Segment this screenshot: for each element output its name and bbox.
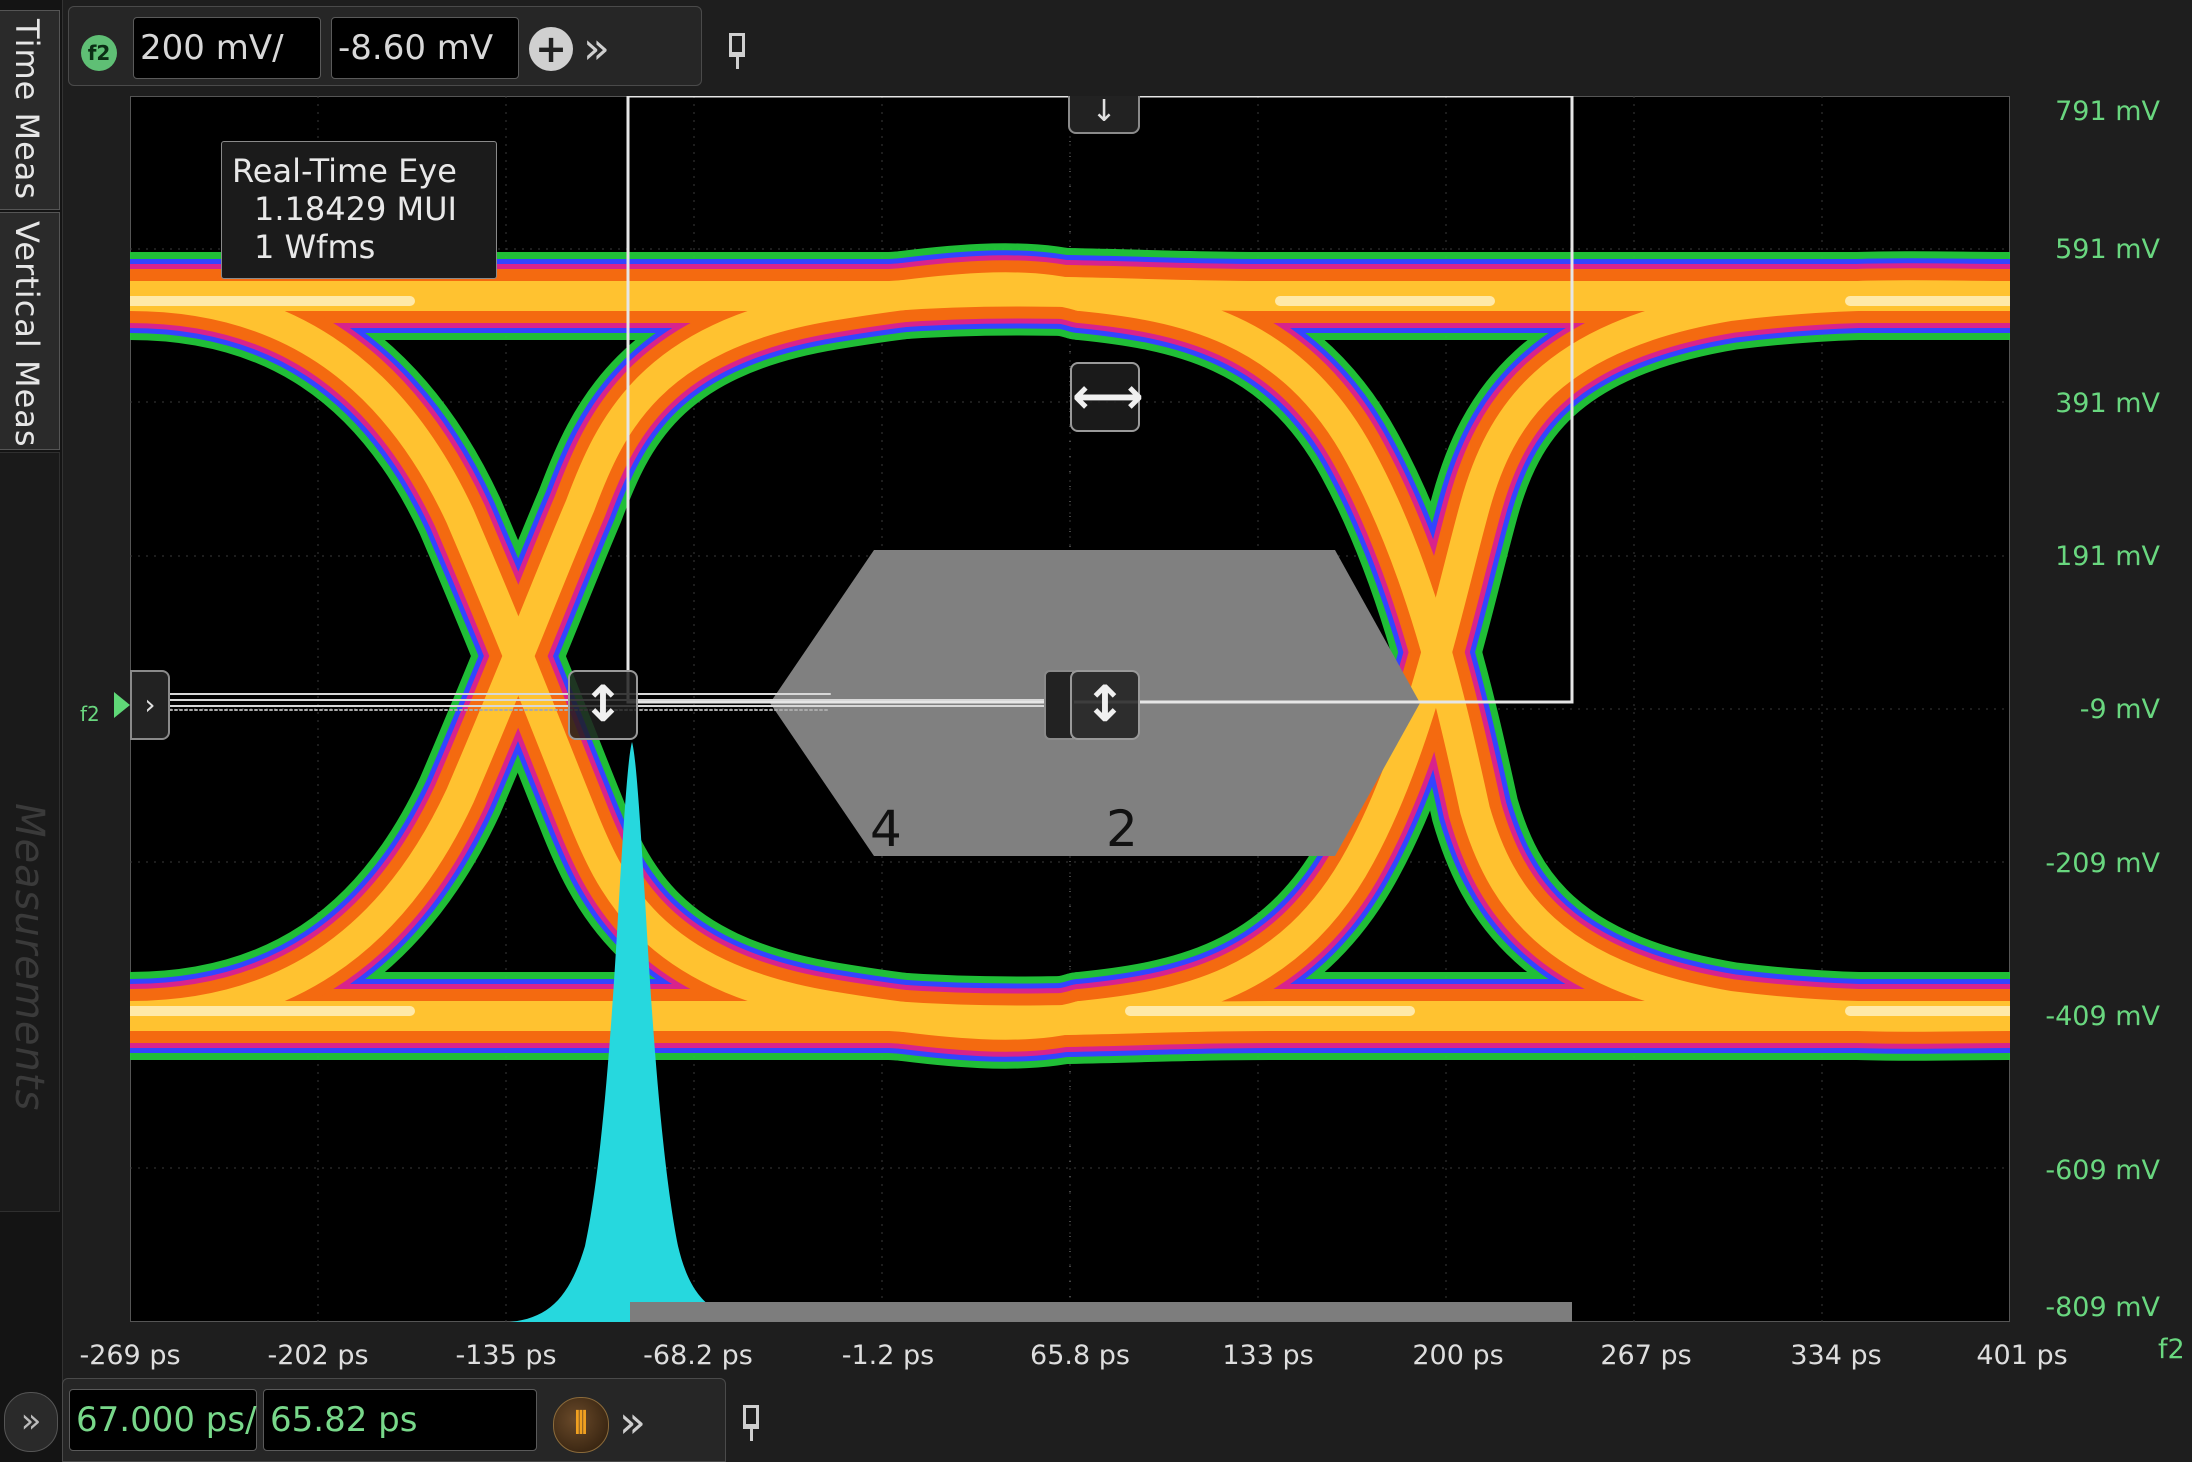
x-tick-label: 334 ps bbox=[1790, 1340, 1882, 1371]
vertical-resize-icon[interactable]: ↕ bbox=[1070, 670, 1140, 740]
vertical-scale-field[interactable]: 200 mV/ bbox=[133, 17, 321, 79]
y-tick-label: -409 mV bbox=[2045, 1001, 2160, 1032]
down-arrow-icon[interactable]: ↓ bbox=[1068, 96, 1140, 134]
x-tick-label: -68.2 ps bbox=[643, 1340, 753, 1371]
channel-level-arrow-icon[interactable] bbox=[114, 692, 130, 718]
y-tick-label: 391 mV bbox=[2055, 388, 2160, 419]
vertical-offset-field[interactable]: -8.60 mV bbox=[331, 17, 519, 79]
time-scale-field[interactable]: 67.000 ps/ bbox=[69, 1389, 257, 1451]
plus-icon[interactable]: + bbox=[529, 27, 573, 71]
reference-marker[interactable]: › bbox=[130, 670, 170, 740]
tab-measurements-label: Measurements bbox=[6, 803, 52, 1112]
x-tick-label: -135 ps bbox=[455, 1340, 557, 1371]
real-time-eye-info[interactable]: Real-Time Eye 1.18429 MUI 1 Wfms bbox=[221, 141, 497, 279]
x-tick-label: -1.2 ps bbox=[841, 1340, 935, 1371]
tab-vertical-meas-label: Vertical Meas bbox=[8, 221, 46, 448]
double-chevron-right-icon[interactable]: » bbox=[619, 1401, 646, 1445]
mask-label-2: 2 bbox=[1106, 800, 1138, 858]
vertical-toolbar: f2 200 mV/ -8.60 mV + » bbox=[68, 6, 745, 86]
histogram-baseline bbox=[630, 1302, 1572, 1322]
channel-badge[interactable]: f2 bbox=[81, 35, 117, 71]
pin-icon[interactable] bbox=[743, 1405, 759, 1441]
vertical-bars-icon[interactable]: ⦀ bbox=[553, 1397, 609, 1453]
info-mui: 1.18429 MUI bbox=[254, 190, 457, 228]
time-position-field[interactable]: 65.82 ps bbox=[263, 1389, 537, 1451]
x-tick-label: -269 ps bbox=[79, 1340, 181, 1371]
x-tick-label: 133 ps bbox=[1222, 1340, 1314, 1371]
x-tick-label: 267 ps bbox=[1600, 1340, 1692, 1371]
vertical-resize-icon[interactable]: ↕ bbox=[568, 670, 638, 740]
tab-time-meas-label: Time Meas bbox=[8, 19, 46, 201]
horizontal-resize-icon[interactable]: ⟷ bbox=[1070, 362, 1144, 432]
channel-ground-label: f2 bbox=[80, 702, 100, 726]
y-tick-label: 191 mV bbox=[2055, 541, 2160, 572]
pin-icon[interactable] bbox=[729, 33, 745, 69]
tab-time-meas[interactable]: Time Meas bbox=[0, 10, 60, 210]
x-axis-channel-label: f2 bbox=[2158, 1334, 2185, 1365]
side-tab-panel: Time Meas Vertical Meas Measurements » bbox=[0, 0, 63, 1462]
y-tick-label: 591 mV bbox=[2055, 234, 2160, 265]
horizontal-toolbar: 67.000 ps/ 65.82 ps ⦀ » bbox=[62, 1378, 759, 1462]
y-tick-label: -209 mV bbox=[2045, 848, 2160, 879]
y-tick-label: -609 mV bbox=[2045, 1155, 2160, 1186]
double-chevron-right-icon[interactable]: » bbox=[583, 27, 610, 71]
mask-label-4: 4 bbox=[870, 800, 902, 858]
y-tick-label: -9 mV bbox=[2079, 694, 2160, 725]
y-tick-label: -809 mV bbox=[2045, 1292, 2160, 1323]
x-tick-label: 401 ps bbox=[1976, 1340, 2068, 1371]
info-wfms: 1 Wfms bbox=[254, 228, 376, 266]
tab-measurements[interactable]: Measurements bbox=[0, 452, 60, 1212]
right-arrow-icon: › bbox=[144, 688, 156, 721]
expand-panel-button[interactable]: » bbox=[4, 1392, 58, 1452]
y-tick-label: 791 mV bbox=[2055, 96, 2160, 127]
x-tick-label: 200 ps bbox=[1412, 1340, 1504, 1371]
x-tick-label: 65.8 ps bbox=[1030, 1340, 1130, 1371]
info-title: Real-Time Eye bbox=[232, 152, 457, 190]
tab-vertical-meas[interactable]: Vertical Meas bbox=[0, 212, 60, 450]
double-chevron-right-icon: » bbox=[20, 1401, 42, 1441]
x-tick-label: -202 ps bbox=[267, 1340, 369, 1371]
